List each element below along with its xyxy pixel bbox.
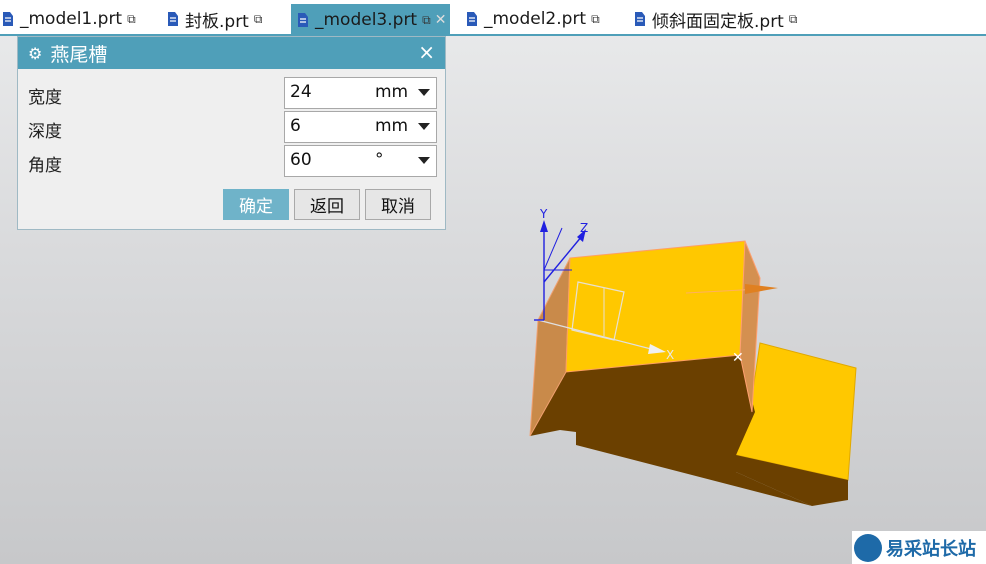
dialog-title: 燕尾槽 [50,43,108,66]
angle-unit: ° [375,150,384,170]
tab-label: _model3.prt [315,10,418,30]
width-value: 24 [290,82,312,102]
tab-label: _model1.prt [20,9,123,29]
tab-label: 倾斜面固定板.prt [652,11,784,32]
chevron-down-icon[interactable] [418,157,430,164]
part-file-icon [635,12,645,26]
angle-label: 角度 [28,156,62,176]
open-external-icon[interactable]: ⧉ [127,12,136,27]
tab-label: 封板.prt [185,11,249,32]
tab-model3[interactable]: _model3.prt ⧉ ✕ [291,4,451,36]
tab-label: _model2.prt [484,9,587,29]
width-input[interactable]: 24 mm [284,77,437,109]
angle-value: 60 [290,150,312,170]
back-button[interactable]: 返回 [294,189,360,220]
close-icon[interactable]: × [418,40,435,64]
z-axis-label: Z [580,221,588,235]
close-tab-icon[interactable]: ✕ [435,12,447,28]
watermark-text: 易采站长站 [886,538,976,560]
snap-point-icon: ✕ [732,350,744,366]
angle-input[interactable]: 60 ° [284,145,437,177]
width-row: 宽度 24 mm [18,77,445,109]
open-external-icon[interactable]: ⧉ [591,12,600,27]
chevron-down-icon[interactable] [418,89,430,96]
part-file-icon [168,12,178,26]
tab-model2[interactable]: _model2.prt ⧉ [464,4,600,34]
dovetail-dialog: ⚙ 燕尾槽 × 宽度 24 mm 深度 6 mm 角度 60 ° 确定 返回 取… [17,36,446,230]
part-file-icon [298,13,308,27]
tab-qingxiemian[interactable]: 倾斜面固定板.prt ⧉ [632,4,797,34]
watermark: 易采站长站 [852,531,986,564]
depth-input[interactable]: 6 mm [284,111,437,143]
depth-value: 6 [290,116,301,136]
depth-row: 深度 6 mm [18,111,445,143]
ok-button[interactable]: 确定 [223,189,289,220]
width-unit: mm [375,82,407,102]
tab-fengban[interactable]: 封板.prt ⧉ [165,4,262,34]
depth-unit: mm [375,116,407,136]
open-external-icon[interactable]: ⧉ [789,12,798,27]
y-axis-arrow-icon [540,220,548,232]
open-external-icon[interactable]: ⧉ [422,13,431,28]
open-external-icon[interactable]: ⧉ [254,12,263,27]
depth-label: 深度 [28,122,62,142]
gear-icon: ⚙ [28,43,43,63]
direction-vector-icon[interactable] [745,284,778,294]
part-file-icon [3,12,13,26]
watermark-logo-icon [854,533,882,562]
file-tab-bar: _model1.prt ⧉ 封板.prt ⧉ _model3.prt ⧉ ✕ _… [0,0,986,36]
width-label: 宽度 [28,88,62,108]
dialog-title-bar[interactable]: ⚙ 燕尾槽 × [18,37,445,69]
chevron-down-icon[interactable] [418,123,430,130]
y-axis-label: Y [539,207,548,221]
tab-model1[interactable]: _model1.prt ⧉ [0,4,136,34]
x-axis-label: X [666,348,674,362]
part-file-icon [467,12,477,26]
angle-row: 角度 60 ° [18,145,445,177]
cancel-button[interactable]: 取消 [365,189,431,220]
